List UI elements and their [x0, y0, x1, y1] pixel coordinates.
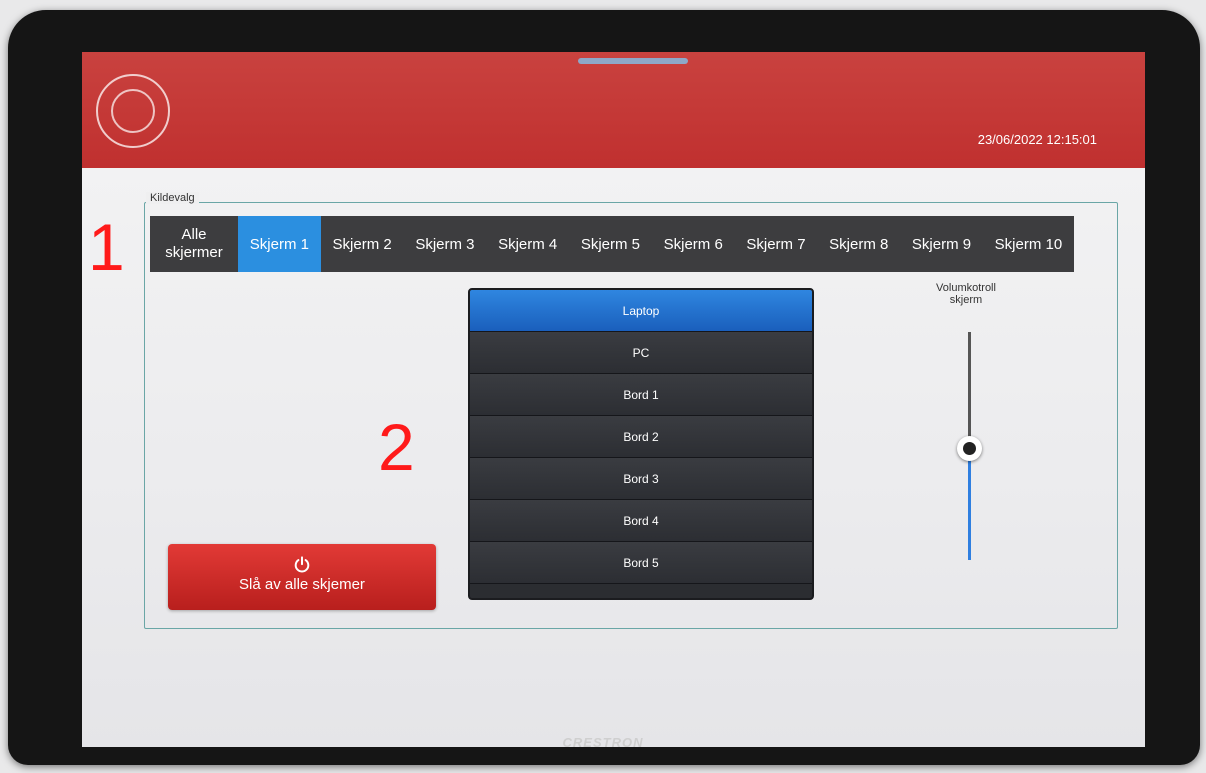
volume-fill [968, 448, 971, 560]
bezel-notch [578, 58, 688, 64]
source-item-bord-1[interactable]: Bord 1 [470, 374, 812, 416]
source-item-bord-2[interactable]: Bord 2 [470, 416, 812, 458]
tab-skjerm-2[interactable]: Skjerm 2 [321, 216, 404, 272]
source-item-bord-3[interactable]: Bord 3 [470, 458, 812, 500]
volume-slider[interactable] [957, 332, 982, 560]
annotation-2: 2 [378, 410, 415, 484]
tab-skjerm-3[interactable]: Skjerm 3 [404, 216, 487, 272]
source-list: Laptop PC Bord 1 Bord 2 Bord 3 Bord 4 Bord 5 [468, 288, 814, 600]
source-item-pc[interactable]: PC [470, 332, 812, 374]
university-logo [96, 74, 170, 148]
tab-skjerm-9[interactable]: Skjerm 9 [900, 216, 983, 272]
volume-label: Volumkotroll skjerm [936, 282, 996, 306]
source-item-laptop[interactable]: Laptop [470, 290, 812, 332]
tab-skjerm-4[interactable]: Skjerm 4 [486, 216, 569, 272]
handle-dot [963, 442, 976, 456]
tab-skjerm-6[interactable]: Skjerm 6 [652, 216, 735, 272]
annotation-1: 1 [88, 210, 125, 284]
source-item-bord-4[interactable]: Bord 4 [470, 500, 812, 542]
tab-skjerm-8[interactable]: Skjerm 8 [817, 216, 900, 272]
screen-tabs: Alle skjermer Skjerm 1 Skjerm 2 Skjerm 3 Skj… [150, 216, 1074, 272]
tab-skjerm-1[interactable]: Skjerm 1 [238, 216, 321, 272]
header-bar: 23/06/2022 12:15:01 [82, 52, 1145, 168]
power-off-all-button[interactable]: Slå av alle skjemer [168, 544, 436, 610]
source-item-bord-5[interactable]: Bord 5 [470, 542, 812, 584]
group-legend: Kildevalg [146, 192, 199, 204]
crestron-brand: CRESTRON [562, 735, 644, 750]
power-icon [294, 556, 310, 573]
power-off-label: Slå av alle skjemer [239, 576, 365, 593]
tab-skjerm-10[interactable]: Skjerm 10 [983, 216, 1074, 272]
logo-seal-icon [111, 89, 155, 133]
tab-skjerm-5[interactable]: Skjerm 5 [569, 216, 652, 272]
touch-screen: 23/06/2022 12:15:01 Kildevalg Alle skjer… [82, 52, 1145, 747]
tab-skjerm-7[interactable]: Skjerm 7 [735, 216, 818, 272]
datetime-display: 23/06/2022 12:15:01 [977, 132, 1097, 147]
tab-alle-skjermer[interactable]: Alle skjermer [150, 216, 238, 272]
